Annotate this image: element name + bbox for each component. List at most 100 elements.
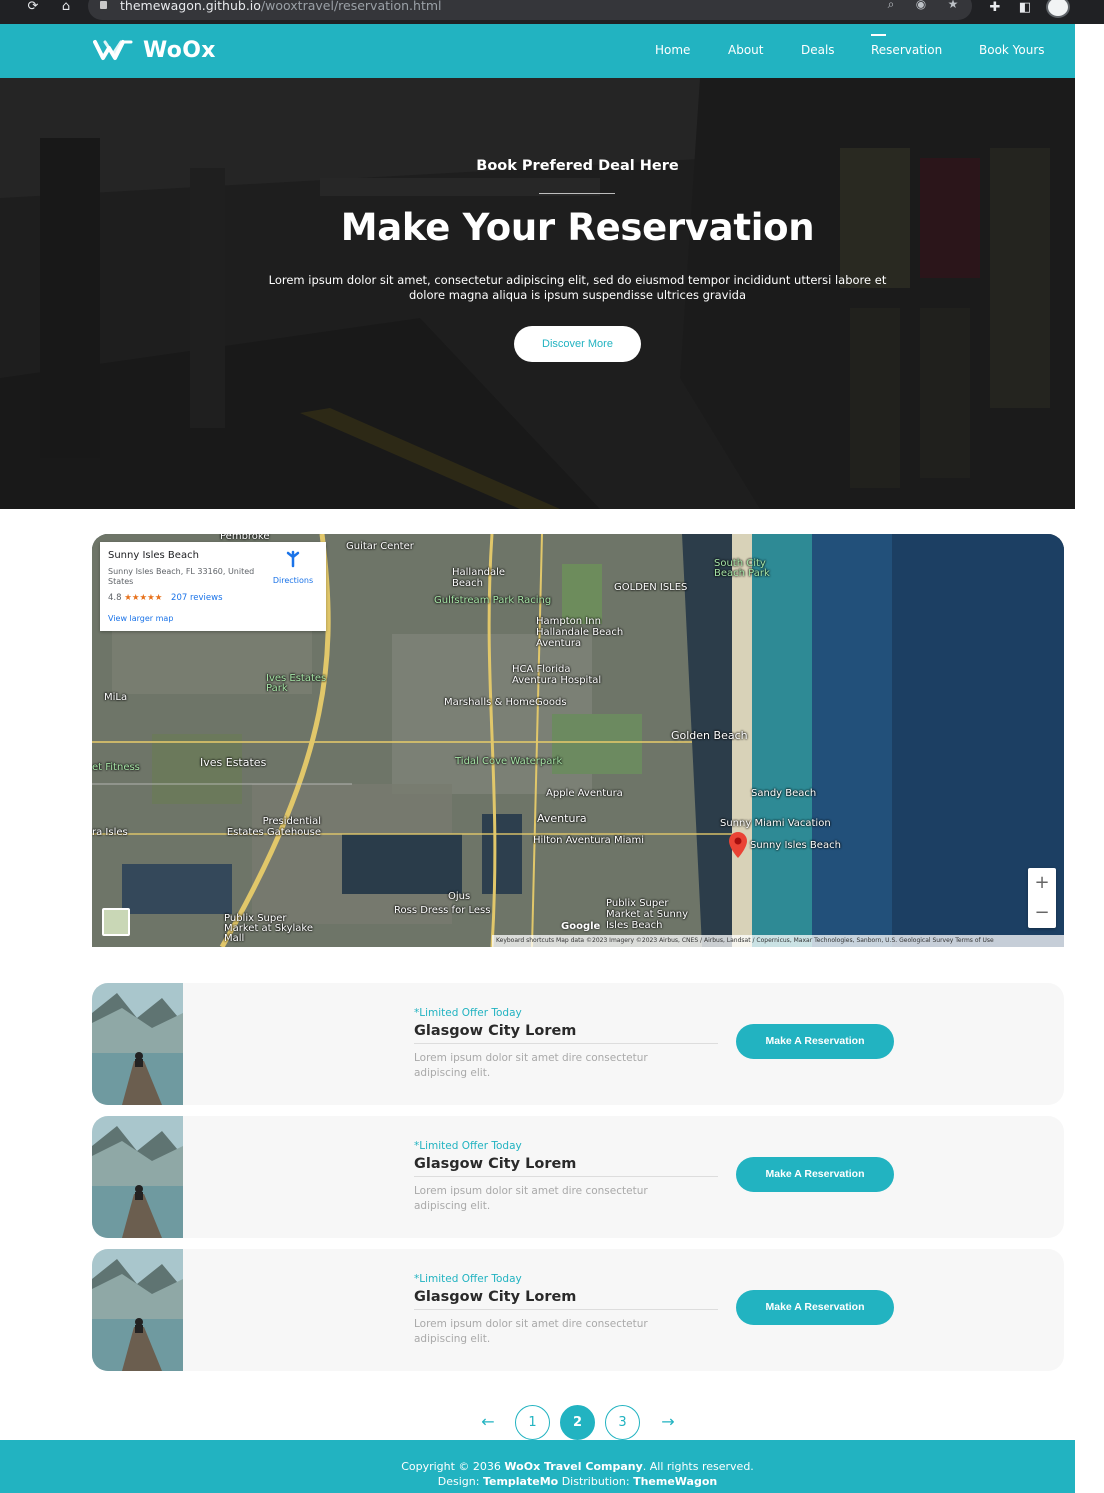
limited-offer-label: *Limited Offer Today [414, 1273, 522, 1285]
map-type-toggle[interactable] [102, 908, 130, 936]
place-address: Sunny Isles Beach, FL 33160, United Stat… [108, 567, 255, 586]
company-name: WoOx Travel Company [504, 1460, 643, 1473]
make-reservation-button[interactable]: Make A Reservation [736, 1024, 894, 1059]
prev-page-arrow-icon[interactable]: ← [478, 1407, 498, 1437]
site-footer: Copyright © 2036 WoOx Travel Company. Al… [0, 1440, 1075, 1493]
map-label: MiLa [104, 692, 128, 703]
map-label: Publix Super Market at Sunny Isles Beach [606, 898, 689, 931]
deal-divider [414, 1043, 718, 1044]
google-map[interactable]: Pembroke Guitar Center Hallandale Beach … [92, 534, 1064, 947]
deal-image [92, 983, 183, 1105]
profile-avatar[interactable] [1046, 0, 1070, 18]
nav-reservation[interactable]: Reservation [871, 34, 942, 57]
limited-offer-label: *Limited Offer Today [414, 1140, 522, 1152]
deal-title: Glasgow City Lorem [414, 1289, 577, 1305]
lock-icon [100, 1, 107, 9]
deal-card: *Limited Offer Today Glasgow City Lorem … [92, 1116, 1064, 1238]
extensions-icon[interactable]: ✚ [986, 0, 1004, 16]
rating-value: 4.8 [108, 593, 122, 603]
copyright-text: Copyright © 2036 WoOx Travel Company. Al… [401, 1460, 754, 1473]
deal-image [92, 1116, 183, 1238]
home-icon[interactable]: ⌂ [56, 0, 76, 14]
side-panel-icon[interactable]: ◧ [1016, 0, 1034, 16]
map-label: Gulfstream Park Racing [434, 595, 552, 606]
map-label: Pembroke [220, 534, 270, 542]
hero-title: Make Your Reservation [340, 206, 815, 249]
tracking-icon[interactable]: ◉ [914, 0, 928, 11]
make-reservation-button[interactable]: Make A Reservation [736, 1290, 894, 1325]
deal-description: Lorem ipsum dolor sit amet dire consecte… [414, 1185, 648, 1212]
place-name: Sunny Isles Beach [108, 550, 199, 561]
limited-offer-label: *Limited Offer Today [414, 1007, 522, 1019]
zoom-icon[interactable]: ⌕ [884, 0, 898, 11]
address-bar[interactable]: themewagon.github.io/wooxtravel/reservat… [88, 0, 972, 20]
map-label: Tidal Cove Waterpark [455, 756, 563, 767]
hero-description: Lorem ipsum dolor sit amet, consectetur … [268, 273, 887, 302]
page-3-button[interactable]: 3 [605, 1405, 640, 1440]
map-label: Marshalls & HomeGoods [444, 697, 567, 708]
logo-icon [93, 40, 133, 60]
hero-subtitle: Book Prefered Deal Here [476, 158, 679, 174]
nav-about[interactable]: About [728, 43, 763, 57]
directions-label: Directions [272, 576, 314, 585]
place-info-card: Sunny Isles Beach Sunny Isles Beach, FL … [100, 542, 326, 631]
map-label: Hilton Aventura Miami [533, 835, 645, 846]
rating-stars: ★★★★★ [124, 593, 163, 603]
deal-description: Lorem ipsum dolor sit amet dire consecte… [414, 1318, 648, 1345]
map-label: ra Isles [92, 827, 128, 838]
nav-home[interactable]: Home [655, 43, 690, 57]
directions-button[interactable]: Directions [268, 550, 318, 587]
themewagon-link[interactable]: ThemeWagon [633, 1475, 717, 1488]
bookmark-star-icon[interactable]: ★ [946, 0, 960, 11]
map-label: Hallandale Beach [452, 567, 506, 589]
map-label: Aventura [537, 812, 587, 825]
directions-icon [286, 550, 300, 568]
map-label: Presidential Estates Gatehouse [226, 816, 321, 838]
reviews-link[interactable]: 207 reviews [171, 593, 222, 603]
zoom-controls: + − [1028, 868, 1056, 928]
map-label: Apple Aventura [546, 788, 623, 799]
templatemo-link[interactable]: TemplateMo [483, 1475, 558, 1488]
place-rating: 4.8 ★★★★★ 207 reviews [108, 593, 223, 603]
page-1-button[interactable]: 1 [515, 1405, 550, 1440]
map-label: Ives Estates [200, 756, 267, 769]
reload-icon[interactable]: ⟳ [23, 0, 43, 14]
make-reservation-button[interactable]: Make A Reservation [736, 1157, 894, 1192]
map-label: Ojus [448, 891, 471, 902]
deal-card: *Limited Offer Today Glasgow City Lorem … [92, 1249, 1064, 1371]
map-label: HCA Florida Aventura Hospital [512, 664, 602, 686]
page-2-button[interactable]: 2 [560, 1405, 595, 1440]
zoom-out-button[interactable]: − [1028, 898, 1056, 928]
map-label: Sandy Beach [751, 788, 817, 799]
nav-deals[interactable]: Deals [801, 43, 835, 57]
zoom-in-button[interactable]: + [1028, 868, 1056, 898]
deal-title: Glasgow City Lorem [414, 1156, 577, 1172]
site-header: WoOx Home About Deals Reservation Book Y… [0, 24, 1075, 78]
map-label: Sunny Isles Beach [750, 840, 841, 851]
deal-title: Glasgow City Lorem [414, 1023, 577, 1039]
discover-more-button[interactable]: Discover More [514, 326, 641, 362]
map-label: Ross Dress for Less [394, 905, 491, 916]
map-label: Hampton Inn Hallandale Beach Aventura [536, 616, 624, 649]
hero-divider [539, 193, 615, 194]
map-label: South City Beach Park [714, 558, 770, 579]
view-larger-map-link[interactable]: View larger map [108, 614, 173, 623]
deal-card: *Limited Offer Today Glasgow City Lorem … [92, 983, 1064, 1105]
logo[interactable]: WoOx [93, 35, 216, 65]
map-label: Ives Estates Park [266, 673, 327, 694]
location-pin-icon[interactable] [729, 832, 747, 858]
credits-text: Design: TemplateMo Distribution: ThemeWa… [437, 1475, 718, 1488]
map-label: Publix Super Market at Skylake Mall [224, 913, 313, 944]
deal-divider [414, 1176, 718, 1177]
map-attribution[interactable]: Keyboard shortcuts Map data ©2023 Imager… [492, 935, 1064, 947]
logo-text: WoOx [143, 37, 216, 63]
map-label: Golden Beach [671, 729, 748, 742]
map-label: Sunny Miami Vacation [720, 818, 831, 829]
nav-book-yours[interactable]: Book Yours [979, 43, 1045, 57]
url-text: themewagon.github.io/wooxtravel/reservat… [120, 0, 442, 13]
deal-description: Lorem ipsum dolor sit amet dire consecte… [414, 1052, 648, 1079]
next-page-arrow-icon[interactable]: → [658, 1407, 678, 1437]
browser-toolbar: ⟳ ⌂ themewagon.github.io/wooxtravel/rese… [0, 0, 1104, 24]
deal-divider [414, 1309, 718, 1310]
google-logo: Google [561, 921, 601, 932]
